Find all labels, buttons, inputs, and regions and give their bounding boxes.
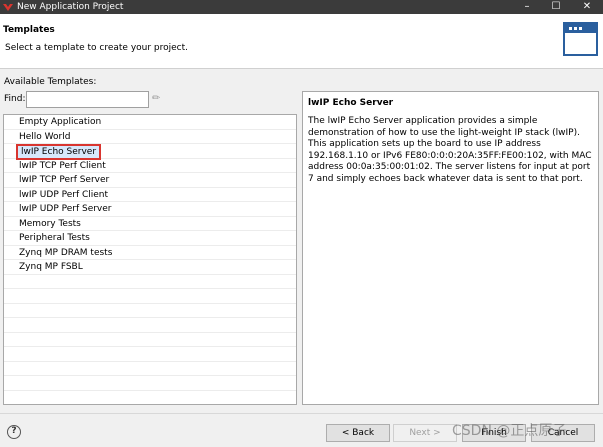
list-row[interactable]: Memory Tests xyxy=(4,217,296,231)
list-row xyxy=(4,362,296,376)
template-list-item[interactable]: lwIP TCP Perf Client xyxy=(19,159,106,173)
find-input[interactable] xyxy=(26,91,149,108)
page-description: Select a template to create your project… xyxy=(5,43,189,53)
maximize-icon[interactable]: ☐ xyxy=(542,0,570,14)
template-list-item[interactable]: Memory Tests xyxy=(19,217,81,231)
template-list-item[interactable]: Empty Application xyxy=(19,115,101,129)
wizard-window-icon xyxy=(563,22,598,56)
template-list-item[interactable]: Hello World xyxy=(19,130,70,144)
next-button[interactable]: Next > xyxy=(393,424,457,442)
app-logo-icon xyxy=(3,4,13,11)
template-list-item[interactable]: lwIP UDP Perf Client xyxy=(19,188,108,202)
list-row[interactable]: Peripheral Tests xyxy=(4,231,296,246)
back-button[interactable]: < Back xyxy=(326,424,390,442)
template-description-title: lwIP Echo Server xyxy=(308,98,394,108)
list-row[interactable]: Zynq MP FSBL xyxy=(4,260,296,275)
list-row xyxy=(4,304,296,318)
list-row[interactable]: Empty Application xyxy=(4,115,296,130)
list-row xyxy=(4,347,296,362)
list-row xyxy=(4,318,296,333)
list-row[interactable]: Hello World xyxy=(4,130,296,144)
wizard-banner: Templates Select a template to create yo… xyxy=(0,14,603,69)
title-bar: New Application Project – ☐ ✕ xyxy=(0,0,603,14)
list-row[interactable]: lwIP TCP Perf Client xyxy=(4,159,296,173)
list-row xyxy=(4,289,296,304)
list-row[interactable]: lwIP UDP Perf Client xyxy=(4,188,296,202)
page-title: Templates xyxy=(3,25,55,35)
list-row[interactable]: lwIP UDP Perf Server xyxy=(4,202,296,217)
list-row xyxy=(4,275,296,289)
template-list-item[interactable]: Zynq MP FSBL xyxy=(19,260,83,274)
template-description-text: The lwIP Echo Server application provide… xyxy=(308,116,592,184)
template-list-item[interactable]: Zynq MP DRAM tests xyxy=(19,246,112,260)
help-icon[interactable]: ? xyxy=(7,425,21,439)
template-description-panel: lwIP Echo Server The lwIP Echo Server ap… xyxy=(302,91,599,405)
list-row[interactable]: Zynq MP DRAM tests xyxy=(4,246,296,260)
find-label: Find: xyxy=(4,94,26,104)
footer-divider xyxy=(0,413,603,414)
close-icon[interactable]: ✕ xyxy=(573,0,601,14)
template-list[interactable]: Empty Application Hello World lwIP Echo Se… xyxy=(3,114,297,405)
list-row[interactable]: lwIP TCP Perf Server xyxy=(4,173,296,188)
available-templates-label: Available Templates: xyxy=(4,77,97,87)
template-list-item[interactable]: lwIP TCP Perf Server xyxy=(19,173,109,187)
list-row[interactable]: lwIP Echo Server xyxy=(4,144,296,160)
minimize-icon[interactable]: – xyxy=(513,0,541,14)
list-row xyxy=(4,333,296,347)
window-title: New Application Project xyxy=(17,2,124,12)
clear-filter-icon[interactable]: ✏ xyxy=(152,93,164,105)
finish-button[interactable]: Finish xyxy=(462,424,526,442)
template-list-item[interactable]: lwIP UDP Perf Server xyxy=(19,202,112,216)
cancel-button[interactable]: Cancel xyxy=(531,424,595,442)
list-row xyxy=(4,376,296,391)
template-list-item[interactable]: Peripheral Tests xyxy=(19,231,90,245)
list-row xyxy=(4,391,296,405)
